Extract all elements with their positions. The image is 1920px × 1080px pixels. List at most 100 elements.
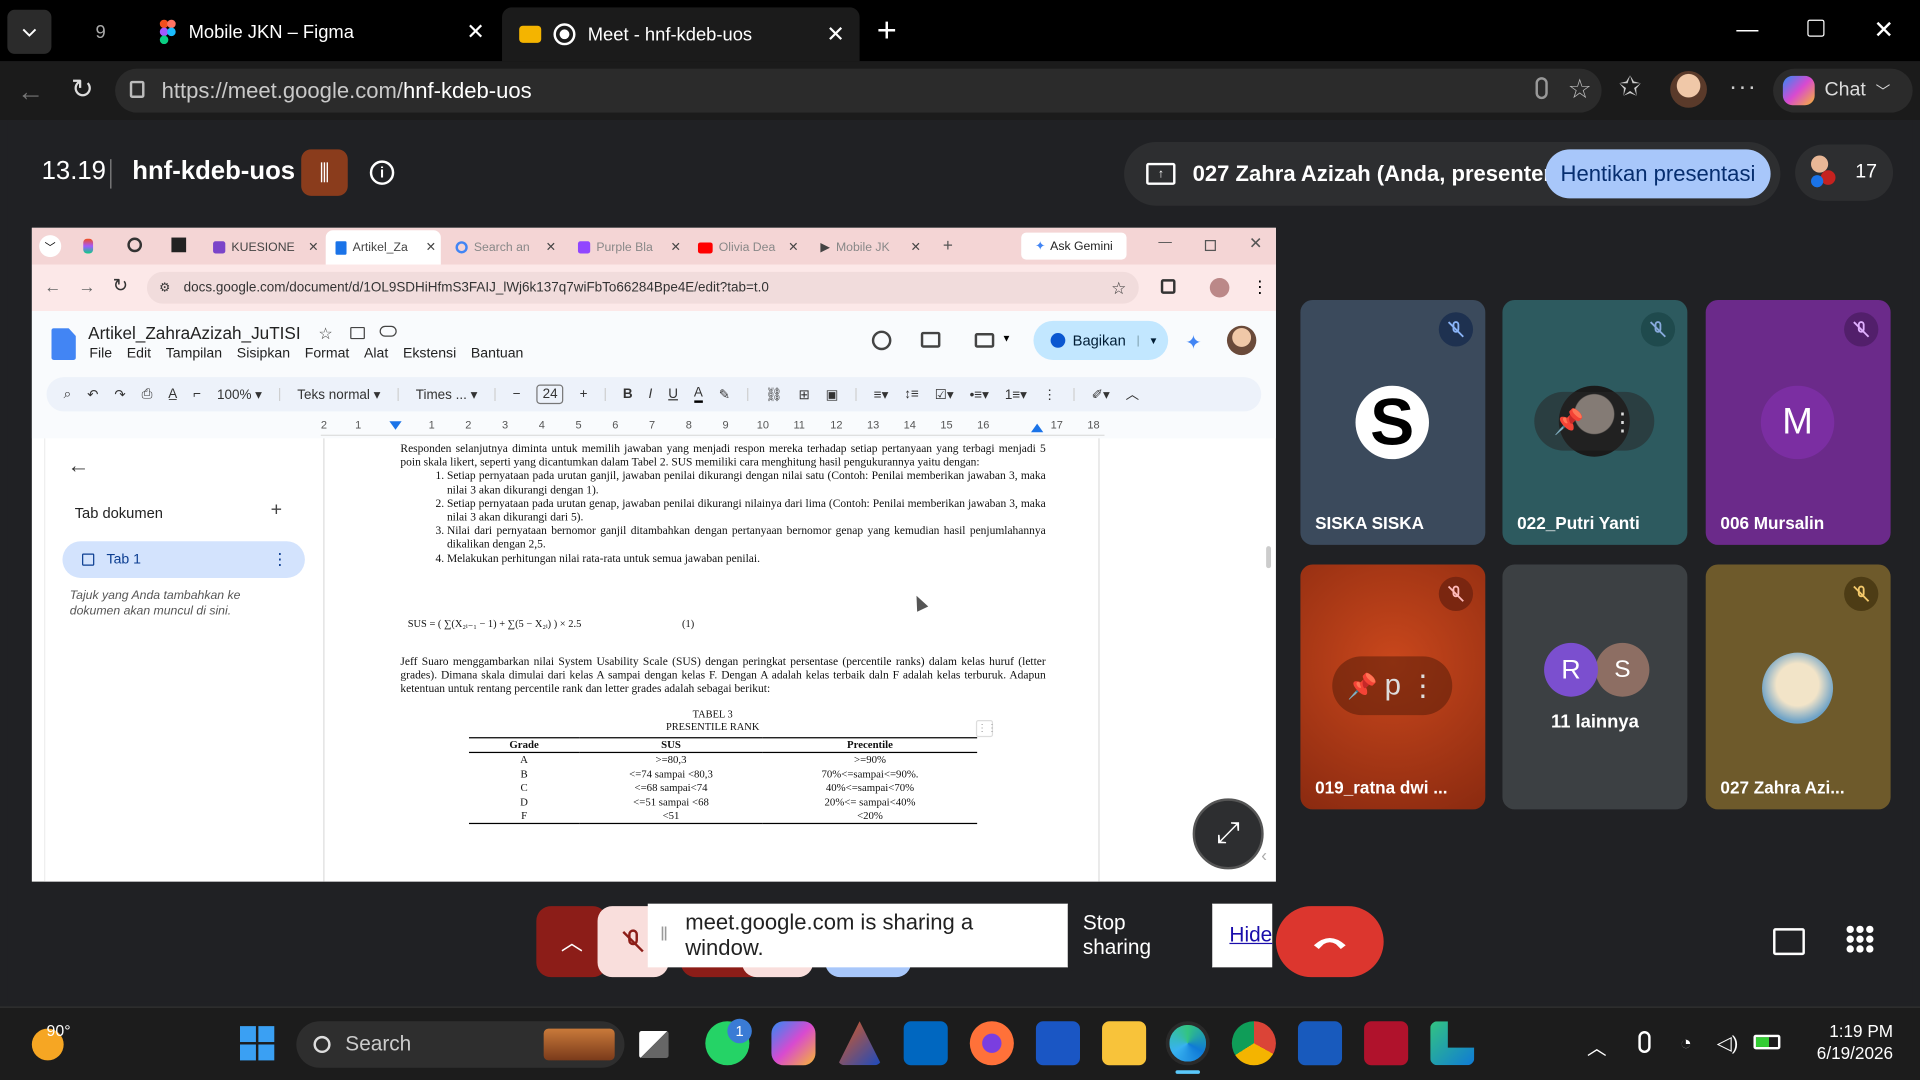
inner-tab[interactable]: Olivia Dea ✕ bbox=[697, 233, 798, 262]
menu-format[interactable]: Format bbox=[305, 347, 350, 362]
menu-view[interactable]: Tampilan bbox=[166, 347, 222, 362]
star-icon[interactable]: ☆ bbox=[318, 324, 332, 344]
battery-icon[interactable] bbox=[1753, 1034, 1781, 1050]
chat-icon[interactable] bbox=[1773, 928, 1805, 956]
redo-icon[interactable]: ↷ bbox=[114, 386, 125, 403]
clock-time[interactable]: 1:19 PM bbox=[1812, 1021, 1893, 1041]
tab-item-tab1[interactable]: Tab 1 ⋮ bbox=[62, 541, 305, 578]
inner-tab[interactable]: Search an ✕ bbox=[455, 233, 556, 262]
chatgpt-icon[interactable] bbox=[127, 237, 143, 253]
taskbar-search[interactable]: Search bbox=[296, 1021, 625, 1068]
profile-avatar[interactable] bbox=[1226, 325, 1257, 356]
word-icon[interactable] bbox=[1297, 1021, 1343, 1066]
site-info-icon[interactable]: ⚙ bbox=[159, 281, 170, 294]
tile-controls[interactable]: 📌 ⋮ bbox=[1534, 391, 1655, 451]
chevron-left-icon[interactable]: ‹ bbox=[1261, 845, 1267, 865]
participant-tile[interactable]: 📌 p ⋮ 019_ratna dwi ... bbox=[1300, 564, 1486, 810]
meeting-apps-icon[interactable]: ⫼ bbox=[301, 149, 348, 196]
back-arrow-icon[interactable]: ← bbox=[67, 453, 89, 479]
reload-icon[interactable]: ↻ bbox=[113, 274, 128, 297]
font-select[interactable]: Times ... ▾ bbox=[416, 386, 478, 403]
more-icon[interactable]: ··· bbox=[1729, 73, 1757, 101]
browser-tab-figma[interactable]: Mobile JKN – Figma ✕ bbox=[142, 7, 497, 56]
tab-list-button[interactable] bbox=[7, 9, 52, 54]
restore-icon[interactable] bbox=[1204, 240, 1216, 252]
reload-icon[interactable]: ↻ bbox=[71, 73, 94, 105]
close-icon[interactable]: ✕ bbox=[826, 21, 844, 47]
drag-handle-icon[interactable]: ‖ bbox=[660, 924, 668, 946]
close-icon[interactable]: ✕ bbox=[546, 241, 556, 254]
profile-avatar[interactable] bbox=[1209, 277, 1230, 298]
copilot-chat-button[interactable]: Chat ﹀ bbox=[1773, 68, 1913, 113]
close-window-icon[interactable]: ✕ bbox=[1249, 234, 1262, 254]
task-view-icon[interactable] bbox=[639, 1031, 669, 1058]
info-icon[interactable]: i bbox=[369, 160, 395, 185]
gemini-icon[interactable]: ✦ bbox=[1185, 331, 1201, 355]
participant-tile[interactable]: 027 Zahra Azi... bbox=[1705, 564, 1891, 810]
start-button[interactable] bbox=[240, 1026, 275, 1061]
zoom-select[interactable]: 100% ▾ bbox=[217, 386, 262, 403]
print-icon[interactable]: ⎙ bbox=[142, 386, 153, 402]
back-icon[interactable]: ← bbox=[44, 277, 61, 297]
menu-help[interactable]: Bantuan bbox=[471, 347, 523, 362]
hide-link[interactable]: Hide bbox=[1229, 923, 1272, 947]
spellcheck-icon[interactable]: A̲ bbox=[168, 387, 177, 402]
checklist-icon[interactable]: ☑▾ bbox=[935, 386, 954, 403]
leave-call-button[interactable] bbox=[1275, 906, 1384, 978]
back-icon[interactable]: ← bbox=[17, 76, 44, 108]
close-icon[interactable]: ✕ bbox=[671, 241, 681, 254]
move-folder-icon[interactable] bbox=[350, 326, 365, 340]
copilot-icon[interactable] bbox=[771, 1021, 816, 1066]
inner-tab-list-button[interactable]: ﹀ bbox=[39, 235, 62, 258]
close-window-icon[interactable]: ✕ bbox=[1873, 15, 1894, 46]
url-field[interactable]: https://meet.google.com/hnf-kdeb-uos ☆ bbox=[115, 68, 1602, 113]
comments-icon[interactable] bbox=[920, 331, 941, 348]
fullscreen-button[interactable]: ⤢ bbox=[1192, 798, 1264, 870]
close-icon[interactable]: ✕ bbox=[911, 241, 921, 254]
microphone-icon[interactable] bbox=[1638, 1031, 1651, 1054]
stop-presenting-button[interactable]: Hentikan presentasi bbox=[1545, 149, 1771, 199]
history-icon[interactable] bbox=[871, 330, 892, 351]
activities-icon[interactable] bbox=[1846, 925, 1874, 953]
more-vert-icon[interactable]: ⋮ bbox=[1043, 386, 1056, 403]
figma-icon[interactable] bbox=[83, 238, 94, 254]
close-icon[interactable]: ✕ bbox=[788, 241, 798, 254]
people-button[interactable]: 17 bbox=[1795, 144, 1894, 201]
more-vert-icon[interactable]: ⋮ bbox=[272, 550, 288, 570]
line-spacing-icon[interactable]: ↕≡ bbox=[904, 387, 919, 402]
participant-tile[interactable]: 📌 ⋮ 022_Putri Yanti bbox=[1502, 300, 1688, 545]
scrollbar[interactable] bbox=[1266, 546, 1272, 569]
wifi-icon[interactable]: ◔ bbox=[1680, 1033, 1692, 1055]
menu-tools[interactable]: Alat bbox=[364, 347, 388, 362]
right-indent-marker[interactable] bbox=[1031, 423, 1044, 433]
restore-icon[interactable] bbox=[1807, 19, 1825, 37]
highlight-icon[interactable]: ✎ bbox=[719, 386, 730, 403]
bulleted-list-icon[interactable]: •≡▾ bbox=[970, 386, 989, 403]
inner-tab[interactable]: ▶ Mobile JK ✕ bbox=[820, 233, 920, 262]
minimize-icon[interactable]: — bbox=[1158, 235, 1171, 250]
inner-tab-active[interactable]: Artikel_Za ✕ bbox=[325, 230, 441, 265]
firefox-icon[interactable] bbox=[969, 1021, 1014, 1066]
participant-tile[interactable]: M 006 Mursalin bbox=[1705, 300, 1891, 545]
italic-icon[interactable]: I bbox=[649, 387, 653, 402]
style-select[interactable]: Teks normal ▾ bbox=[297, 386, 380, 403]
doc-title[interactable]: Artikel_ZahraAzizah_JuTISI bbox=[88, 323, 300, 343]
bold-icon[interactable]: B bbox=[623, 387, 633, 402]
menu-file[interactable]: File bbox=[89, 347, 112, 362]
new-tab-plus-icon[interactable]: + bbox=[877, 12, 897, 49]
chevron-up-icon[interactable]: ︿ bbox=[1126, 384, 1139, 404]
chrome-icon[interactable] bbox=[1231, 1021, 1276, 1066]
edge-icon[interactable] bbox=[1165, 1021, 1210, 1066]
table-handle-icon[interactable]: ⋮⋮ bbox=[975, 720, 997, 738]
app-icon[interactable] bbox=[1364, 1021, 1409, 1066]
decrease-font-size-icon[interactable]: − bbox=[513, 387, 521, 402]
more-vert-icon[interactable]: ⋮ bbox=[1408, 668, 1437, 704]
others-tile[interactable]: R S 11 lainnya bbox=[1502, 564, 1688, 810]
close-icon[interactable]: ✕ bbox=[308, 241, 318, 254]
more-vert-icon[interactable]: ⋮ bbox=[1251, 277, 1268, 298]
pin-icon[interactable]: 📌 bbox=[1554, 406, 1584, 437]
chevron-up-icon[interactable]: ︿ bbox=[1587, 1031, 1607, 1060]
editing-mode-icon[interactable]: ✐▾ bbox=[1092, 386, 1110, 403]
font-size-input[interactable]: 24 bbox=[536, 384, 564, 405]
file-explorer-icon[interactable] bbox=[1102, 1021, 1147, 1066]
